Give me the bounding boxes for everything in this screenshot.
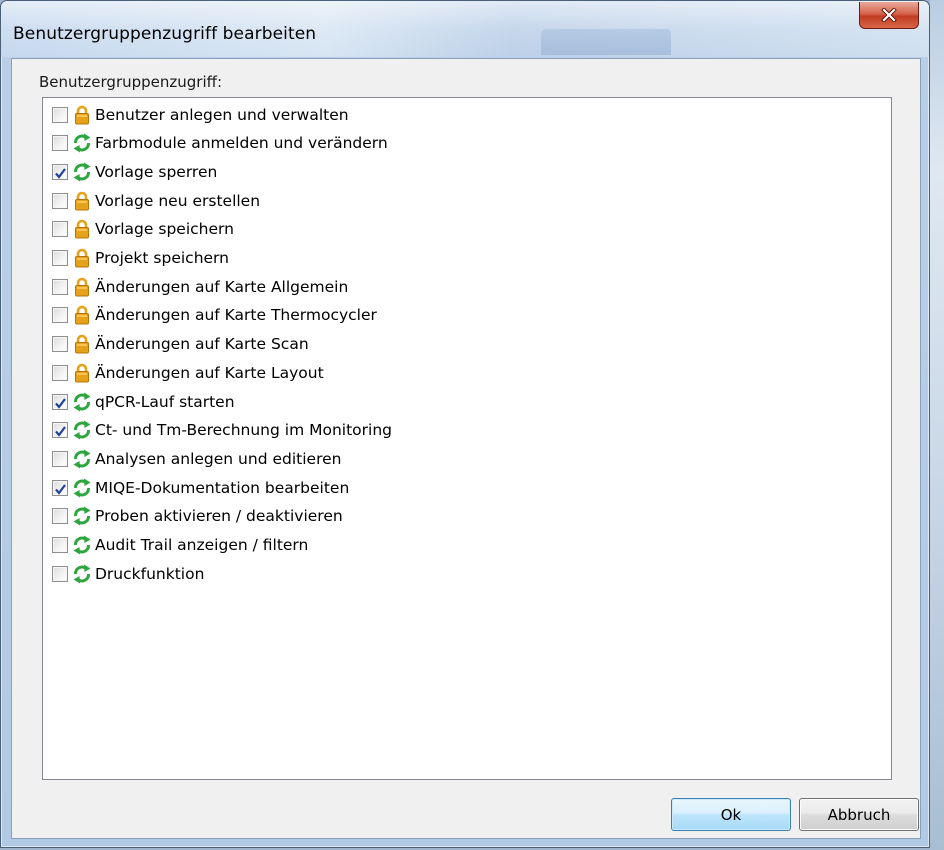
permission-item[interactable]: MIQE-Dokumentation bearbeiten	[52, 473, 872, 502]
refresh-icon	[71, 419, 93, 441]
permission-label: Proben aktivieren / deaktivieren	[95, 507, 343, 526]
permission-label: Analysen anlegen und editieren	[95, 449, 342, 468]
lock-icon	[71, 218, 93, 240]
check-mark-icon	[54, 395, 67, 414]
permission-checkbox[interactable]	[52, 250, 68, 266]
cancel-button[interactable]: Abbruch	[799, 798, 919, 831]
permission-item[interactable]: Druckfunktion	[52, 559, 872, 588]
permission-item[interactable]: Änderungen auf Karte Scan	[52, 330, 872, 359]
check-mark-icon	[54, 481, 67, 500]
group-access-label: Benutzergruppenzugriff:	[39, 73, 223, 91]
close-button[interactable]	[859, 2, 919, 29]
permission-label: Änderungen auf Karte Scan	[95, 335, 309, 354]
permission-label: Änderungen auf Karte Layout	[95, 363, 324, 382]
permission-checkbox[interactable]	[52, 364, 68, 381]
ok-button-label: Ok	[720, 805, 742, 824]
refresh-icon	[71, 534, 93, 556]
cancel-button-label: Abbruch	[827, 805, 891, 824]
permission-checkbox[interactable]	[52, 307, 68, 324]
permission-label: Projekt speichern	[95, 249, 229, 267]
ok-button[interactable]: Ok	[671, 798, 791, 831]
permissions-list[interactable]: Benutzer anlegen und verwalten Farbmodule…	[42, 97, 892, 780]
lock-icon	[71, 362, 93, 384]
dialog-window: Benutzergruppenzugriff bearbeiten Benutz…	[0, 0, 930, 848]
refresh-icon	[71, 448, 93, 470]
permission-label: Farbmodule anmelden und verändern	[95, 134, 388, 153]
permission-checkbox[interactable]	[52, 163, 68, 180]
permission-checkbox[interactable]	[52, 450, 68, 467]
permission-item[interactable]: Benutzer anlegen und verwalten	[52, 100, 872, 129]
dialog-client-area: Benutzergruppenzugriff: Benutzer anlegen…	[11, 58, 921, 839]
permission-label: Änderungen auf Karte Allgemein	[95, 277, 349, 296]
permission-checkbox[interactable]	[52, 479, 68, 496]
permission-item[interactable]: Änderungen auf Karte Layout	[52, 358, 872, 387]
permission-checkbox[interactable]	[52, 192, 68, 209]
permission-label: Benutzer anlegen und verwalten	[95, 105, 349, 124]
permission-item[interactable]: Änderungen auf Karte Thermocycler	[52, 301, 872, 330]
check-mark-icon	[54, 165, 67, 184]
permission-item[interactable]: Vorlage speichern	[52, 215, 872, 244]
window-title: Benutzergruppenzugriff bearbeiten	[13, 24, 317, 44]
permission-label: Druckfunktion	[95, 564, 205, 583]
background-window-tab	[541, 29, 671, 55]
lock-icon	[71, 276, 93, 298]
permission-checkbox[interactable]	[52, 393, 68, 410]
permission-label: Vorlage neu erstellen	[95, 191, 261, 210]
permission-checkbox[interactable]	[52, 422, 68, 439]
title-bar[interactable]: Benutzergruppenzugriff bearbeiten	[1, 1, 929, 57]
permission-item[interactable]: Vorlage sperren	[52, 157, 872, 186]
refresh-icon	[71, 563, 93, 585]
refresh-icon	[71, 505, 93, 527]
check-mark-icon	[54, 423, 67, 442]
permission-checkbox[interactable]	[52, 278, 68, 295]
permission-item[interactable]: Proben aktivieren / deaktivieren	[52, 502, 872, 531]
permission-checkbox[interactable]	[52, 508, 68, 525]
permission-item[interactable]: Ct- und Tm-Berechnung im Monitoring	[52, 416, 872, 445]
permission-item[interactable]: qPCR-Lauf starten	[52, 387, 872, 416]
lock-icon	[71, 104, 93, 126]
permission-item[interactable]: Analysen anlegen und editieren	[52, 444, 872, 473]
permission-item[interactable]: Änderungen auf Karte Allgemein	[52, 272, 872, 301]
permission-label: qPCR-Lauf starten	[95, 392, 235, 411]
permission-label: Vorlage speichern	[95, 220, 234, 239]
permission-checkbox[interactable]	[52, 565, 68, 582]
permission-label: Audit Trail anzeigen / filtern	[95, 536, 309, 554]
permission-label: MIQE-Dokumentation bearbeiten	[95, 478, 350, 497]
lock-icon	[71, 247, 93, 269]
permission-label: Vorlage sperren	[95, 162, 218, 181]
permission-item[interactable]: Audit Trail anzeigen / filtern	[52, 531, 872, 560]
lock-icon	[71, 190, 93, 212]
lock-icon	[71, 333, 93, 355]
refresh-icon	[71, 477, 93, 499]
permission-item[interactable]: Vorlage neu erstellen	[52, 186, 872, 215]
permission-label: Änderungen auf Karte Thermocycler	[95, 306, 377, 325]
refresh-icon	[71, 391, 93, 413]
permission-checkbox[interactable]	[52, 106, 68, 123]
permission-checkbox[interactable]	[52, 135, 68, 152]
refresh-icon	[71, 161, 93, 183]
desktop-background	[930, 0, 944, 850]
permission-checkbox[interactable]	[52, 537, 68, 553]
lock-icon	[71, 304, 93, 326]
permission-checkbox[interactable]	[52, 336, 68, 353]
permission-checkbox[interactable]	[52, 221, 68, 238]
refresh-icon	[71, 132, 93, 154]
close-icon	[881, 8, 897, 22]
permission-label: Ct- und Tm-Berechnung im Monitoring	[95, 421, 392, 440]
permission-item[interactable]: Projekt speichern	[52, 244, 872, 273]
permission-item[interactable]: Farbmodule anmelden und verändern	[52, 129, 872, 158]
